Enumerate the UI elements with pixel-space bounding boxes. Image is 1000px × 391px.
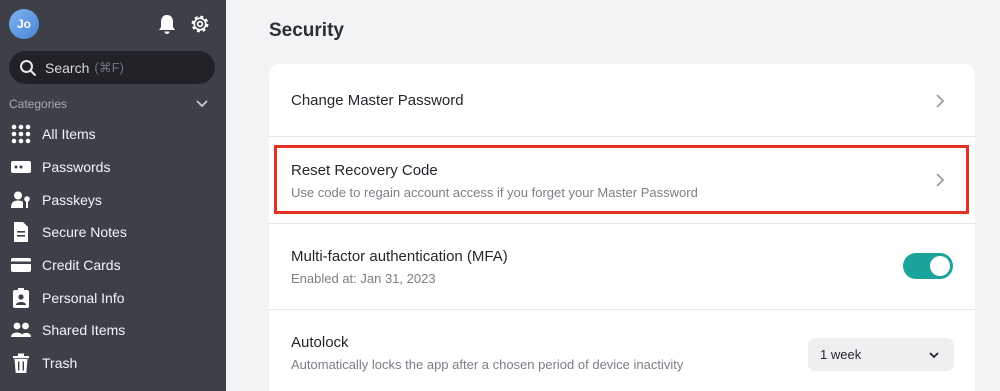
- id-card-icon: [10, 287, 32, 309]
- search-bar[interactable]: Search (⌘F): [9, 51, 215, 84]
- avatar[interactable]: Jo: [9, 9, 39, 39]
- sidebar-item-label: Personal Info: [42, 289, 125, 306]
- sidebar-item-secure-notes[interactable]: Secure Notes: [0, 216, 226, 249]
- note-icon: [10, 221, 32, 243]
- sidebar-item-label: Trash: [42, 355, 78, 372]
- sidebar-item-passkeys[interactable]: Passkeys: [0, 183, 226, 216]
- categories-title: Categories: [9, 97, 68, 111]
- credit-card-icon: [10, 254, 32, 276]
- bell-icon[interactable]: [157, 13, 177, 35]
- sidebar-item-label: Credit Cards: [42, 257, 121, 274]
- users-icon: [10, 319, 32, 341]
- trash-icon: [10, 352, 32, 374]
- sidebar-item-label: Passwords: [42, 159, 111, 176]
- sidebar-item-label: All Items: [42, 126, 96, 143]
- autolock-select[interactable]: 1 week: [808, 338, 954, 371]
- grid-icon: [10, 123, 32, 145]
- categories-header[interactable]: Categories: [9, 97, 209, 111]
- mfa-row: Multi-factor authentication (MFA) Enable…: [269, 224, 975, 310]
- password-icon: [10, 156, 32, 178]
- change-master-password-row[interactable]: Change Master Password: [269, 64, 975, 137]
- sidebar-item-credit-cards[interactable]: Credit Cards: [0, 249, 226, 282]
- row-subtitle: Enabled at: Jan 31, 2023: [291, 271, 436, 286]
- category-list: All Items Passwords Passkeys Secure Note…: [0, 118, 226, 380]
- sidebar-item-label: Secure Notes: [42, 224, 127, 241]
- sidebar-item-label: Passkeys: [42, 191, 102, 208]
- sidebar-item-all-items[interactable]: All Items: [0, 118, 226, 151]
- main-content: Security Change Master Password Reset Re…: [226, 0, 1000, 391]
- chevron-down-icon: [929, 351, 939, 358]
- mfa-toggle[interactable]: [903, 253, 953, 279]
- page-title: Security: [269, 20, 344, 41]
- sidebar-item-shared-items[interactable]: Shared Items: [0, 314, 226, 347]
- search-shortcut: (⌘F): [94, 59, 124, 75]
- sidebar: Jo Search (⌘F) Categories All Items Pass…: [0, 0, 226, 391]
- search-icon: [20, 59, 36, 76]
- search-label: Search: [45, 59, 90, 76]
- passkey-icon: [10, 189, 32, 211]
- gear-icon[interactable]: [189, 13, 211, 35]
- security-settings-card: Change Master Password Reset Recovery Co…: [269, 64, 975, 391]
- sidebar-item-label: Shared Items: [42, 322, 126, 339]
- toggle-knob: [930, 256, 950, 276]
- chevron-down-icon[interactable]: [195, 97, 209, 111]
- autolock-value: 1 week: [820, 347, 862, 362]
- sidebar-item-passwords[interactable]: Passwords: [0, 151, 226, 184]
- highlight-box: [274, 145, 969, 214]
- autolock-row: Autolock Automatically locks the app aft…: [269, 310, 975, 391]
- row-title: Change Master Password: [291, 92, 464, 109]
- sidebar-item-trash[interactable]: Trash: [0, 347, 226, 380]
- row-title: Multi-factor authentication (MFA): [291, 248, 508, 265]
- chevron-right-icon: [936, 94, 945, 108]
- sidebar-item-personal-info[interactable]: Personal Info: [0, 281, 226, 314]
